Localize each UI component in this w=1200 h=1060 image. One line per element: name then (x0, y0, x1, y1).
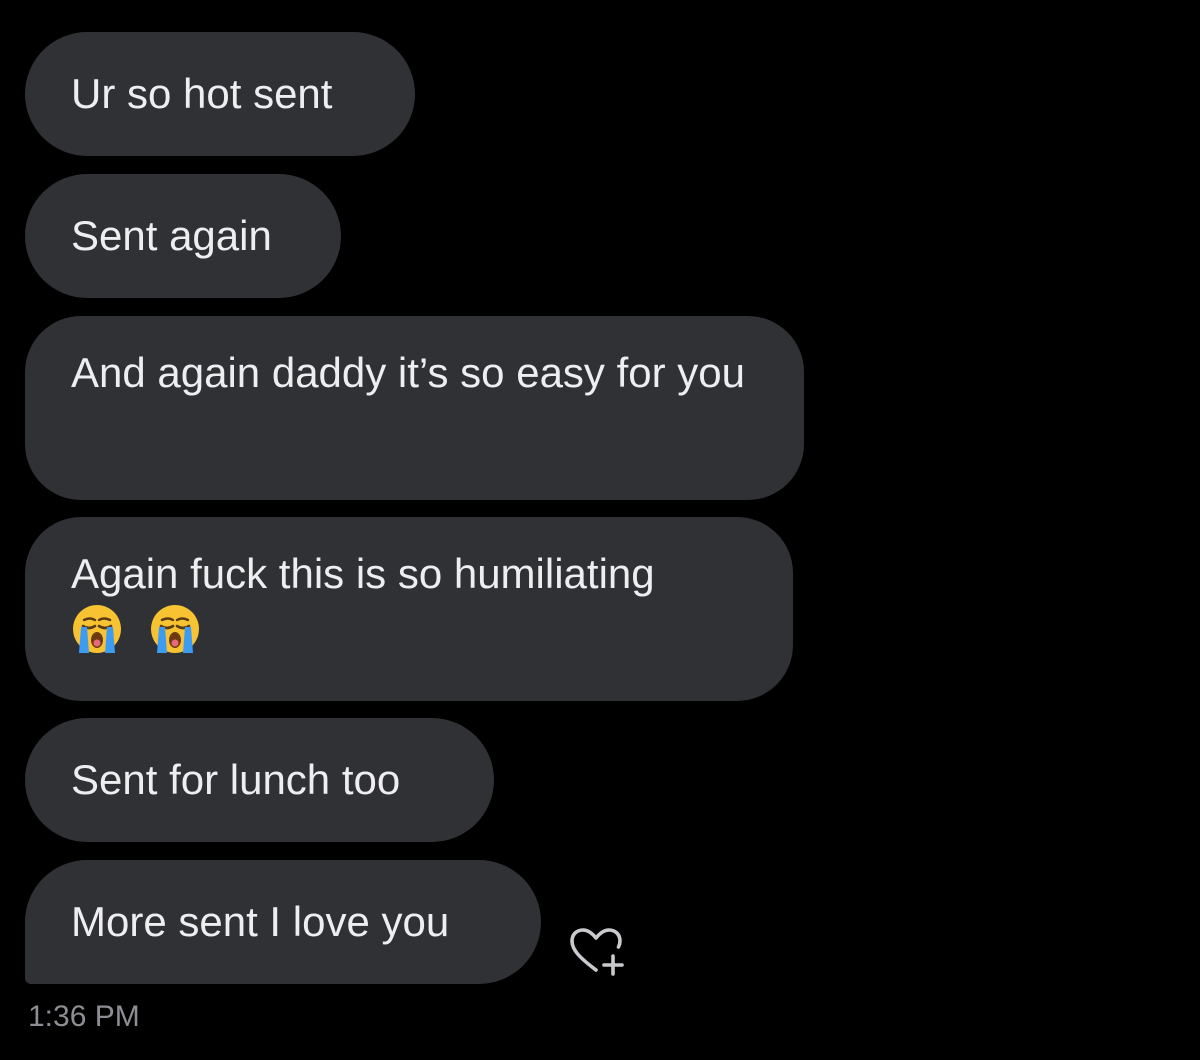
message-bubble[interactable]: Ur so hot sent (25, 32, 415, 156)
emoji-row (71, 605, 215, 656)
message-bubble[interactable]: Again fuck this is so humiliating (25, 517, 793, 701)
message-text: Again fuck this is so humiliating (71, 550, 655, 597)
react-heart-button[interactable] (566, 926, 628, 978)
message-text: Sent for lunch too (71, 756, 401, 803)
message-bubble[interactable]: And again daddy it’s so easy for you (25, 316, 804, 500)
message-bubble[interactable]: More sent I love you (25, 860, 541, 984)
message-text: And again daddy it’s so easy for you (71, 349, 745, 396)
heart-plus-icon (570, 928, 624, 976)
loudly-crying-face-emoji (73, 605, 121, 653)
message-text: Sent again (71, 212, 272, 259)
message-timestamp: 1:36 PM (28, 1000, 140, 1033)
message-bubble[interactable]: Sent again (25, 174, 341, 298)
message-bubble[interactable]: Sent for lunch too (25, 718, 494, 842)
message-text: More sent I love you (71, 898, 450, 945)
message-text: Ur so hot sent (71, 70, 333, 117)
message-thread: Ur so hot sent Sent again And again dadd… (0, 0, 1200, 1060)
loudly-crying-face-emoji (150, 605, 199, 653)
